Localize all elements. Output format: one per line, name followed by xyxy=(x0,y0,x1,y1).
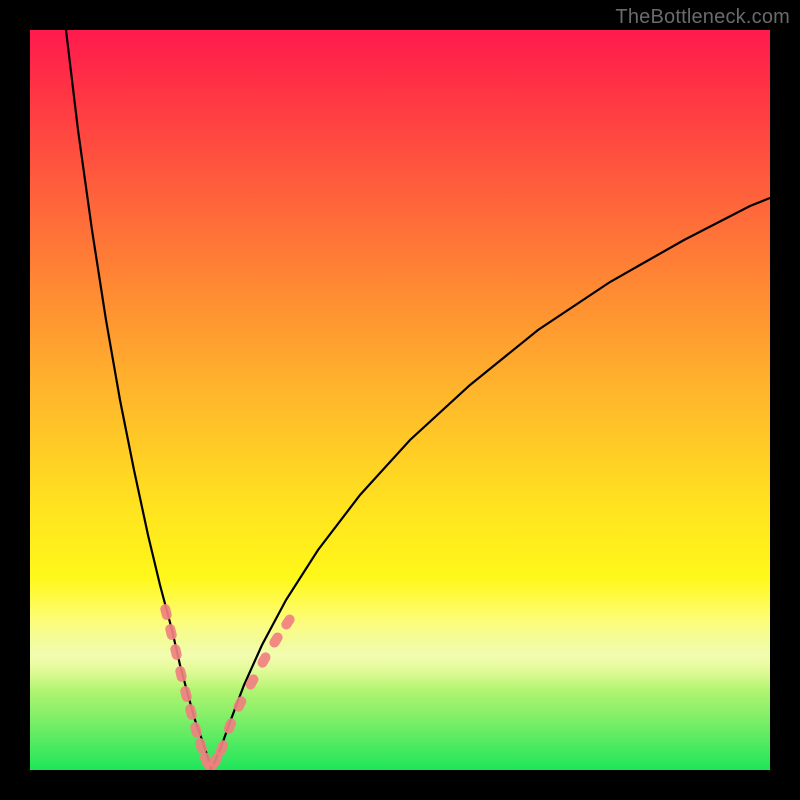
bead-group-right xyxy=(208,613,297,770)
curve-right-branch xyxy=(211,198,770,770)
bead xyxy=(179,685,193,703)
chart-svg xyxy=(30,30,770,770)
bead xyxy=(174,665,187,683)
chart-frame xyxy=(30,30,770,770)
bead-group-left xyxy=(159,603,219,770)
bead xyxy=(169,643,182,661)
bead xyxy=(222,717,237,736)
bead xyxy=(268,631,285,650)
bead xyxy=(164,623,178,641)
bead xyxy=(279,613,296,632)
curve-left-branch xyxy=(66,30,211,770)
bead xyxy=(184,703,198,721)
bead xyxy=(159,603,173,621)
watermark-text: TheBottleneck.com xyxy=(615,6,790,29)
